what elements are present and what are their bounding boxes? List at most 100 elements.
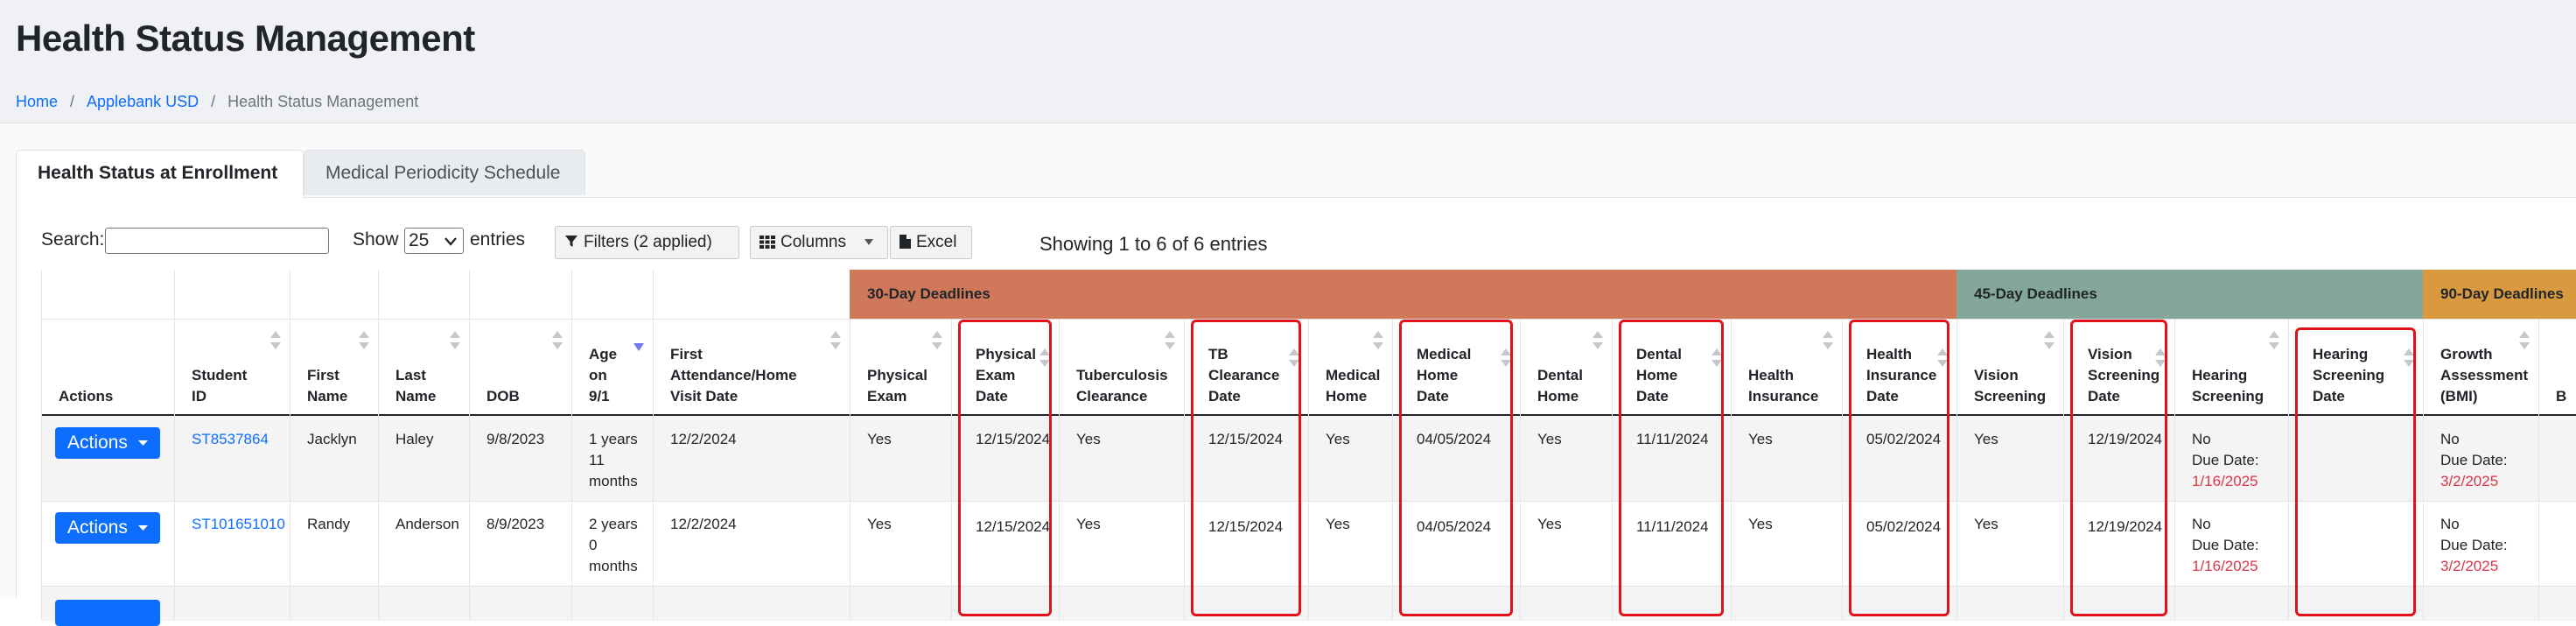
student-id-link[interactable]: ST8537864 <box>192 429 269 450</box>
table-cell-hearing-screening: No Due Date: 1/16/2025 <box>2174 501 2288 586</box>
filters-button[interactable]: Filters (2 applied) <box>555 226 739 259</box>
screening-status: No Due Date: 1/16/2025 <box>2192 514 2259 577</box>
tab-medical-periodicity-schedule[interactable]: Medical Periodicity Schedule <box>304 150 585 195</box>
actions-button[interactable] <box>55 600 160 626</box>
column-header-line: Screening <box>1974 388 2047 404</box>
excel-button-label: Excel <box>916 233 957 251</box>
cell-value: Yes <box>1076 431 1101 447</box>
column-header-line: Health <box>1748 367 1794 383</box>
sort-icon[interactable] <box>450 331 460 351</box>
column-header-label: Student ID <box>192 365 247 407</box>
column-header-line: Last <box>396 367 426 383</box>
table-cell-physical-exam: Yes <box>850 501 951 586</box>
sort-icon[interactable] <box>932 331 942 351</box>
table-cell-dob: 9/8/2023 <box>469 416 571 501</box>
entries-select[interactable]: 25 <box>404 228 464 254</box>
column-header-growth-assessment[interactable]: Growth Assessment (BMI) <box>2423 319 2538 416</box>
sort-icon[interactable] <box>2269 331 2279 351</box>
main-content: Health Status at Enrollment Medical Peri… <box>0 123 2576 626</box>
breadcrumb-separator: / <box>70 93 75 110</box>
actions-button[interactable]: Actions <box>55 427 160 459</box>
column-header-line: Home <box>1326 388 1368 404</box>
cell-value: Randy <box>307 516 351 532</box>
column-header-last-name[interactable]: Last Name <box>378 319 469 416</box>
screening-status-value: No <box>2192 431 2211 447</box>
breadcrumb-district-link[interactable]: Applebank USD <box>87 93 199 110</box>
cell-value: Yes <box>1537 516 1562 532</box>
table-cell-growth-assessment: No Due Date: 3/2/2025 <box>2423 416 2538 501</box>
sort-icon[interactable] <box>830 331 841 351</box>
highlight-box-dental-home-date <box>1619 320 1724 616</box>
sort-icon[interactable] <box>1373 331 1383 351</box>
table-cell-first-attendance: 12/2/2024 <box>653 501 850 586</box>
highlight-box-tb-clearance-date <box>1191 320 1301 616</box>
sort-icon[interactable] <box>270 331 281 351</box>
column-header-vision-screening[interactable]: Vision Screening <box>1956 319 2063 416</box>
highlight-box-vision-screening-date <box>2070 320 2167 616</box>
sort-icon[interactable] <box>1592 331 1603 351</box>
age-line: 2 years <box>589 516 638 532</box>
sort-both-icon <box>932 331 942 349</box>
column-header-label: B <box>2556 386 2566 407</box>
column-header-partial[interactable]: B <box>2538 319 2576 416</box>
deadline-band-label: 90-Day Deadlines <box>2440 285 2564 302</box>
column-header-actions[interactable]: Actions <box>41 319 174 416</box>
table-cell-hearing-screening: No Due Date: 1/16/2025 <box>2174 416 2288 501</box>
column-header-tb-clearance[interactable]: Tuberculosis Clearance <box>1059 319 1184 416</box>
due-date-label: Due Date: <box>2192 452 2259 468</box>
table-cell-dental-home: Yes <box>1520 501 1612 586</box>
column-header-label: First Name <box>307 365 347 407</box>
cell-value: Yes <box>867 516 892 532</box>
sort-both-icon <box>1823 331 1833 349</box>
search-input[interactable] <box>105 228 329 254</box>
column-header-first-name[interactable]: First Name <box>290 319 378 416</box>
column-header-line: First <box>307 367 340 383</box>
cell-value: Yes <box>867 431 892 447</box>
column-header-medical-home[interactable]: Medical Home <box>1308 319 1392 416</box>
column-header-line: (BMI) <box>2440 388 2478 404</box>
sort-icon[interactable] <box>552 331 563 351</box>
caret-down-icon <box>864 239 874 245</box>
sort-icon[interactable] <box>2044 331 2054 351</box>
table-cell-actions[interactable]: Actions <box>41 416 174 501</box>
column-header-dental-home[interactable]: Dental Home <box>1520 319 1612 416</box>
column-header-student-id[interactable]: Student ID <box>174 319 290 416</box>
tab-health-status-at-enrollment[interactable]: Health Status at Enrollment <box>16 150 304 198</box>
column-header-line: DOB <box>486 388 520 404</box>
table-cell-tb-clearance: Yes <box>1059 416 1184 501</box>
breadcrumb-home-link[interactable]: Home <box>16 93 58 110</box>
cell-value: Haley <box>396 431 434 447</box>
column-header-physical-exam[interactable]: Physical Exam <box>850 319 951 416</box>
breadcrumb-separator: / <box>211 93 216 110</box>
student-id-link[interactable]: ST101651010 <box>192 514 285 535</box>
table-cell-vision-screening: Yes <box>1956 501 2063 586</box>
tab-bar: Health Status at Enrollment Medical Peri… <box>16 150 2576 198</box>
column-header-line: Student <box>192 367 248 383</box>
column-header-line: on <box>589 367 607 383</box>
column-header-dob[interactable]: DOB <box>469 319 571 416</box>
sort-icon[interactable] <box>1165 331 1175 351</box>
excel-button[interactable]: Excel <box>890 226 972 259</box>
column-header-line: Dental <box>1537 367 1583 383</box>
table-cell-actions[interactable]: Actions <box>41 501 174 586</box>
sort-icon[interactable] <box>1823 331 1833 351</box>
filter-icon <box>565 236 578 247</box>
table-cell-dob: 8/9/2023 <box>469 501 571 586</box>
column-header-line: Attendance/Home <box>670 367 797 383</box>
columns-button[interactable]: Columns <box>750 226 888 259</box>
column-header-line: Growth <box>2440 346 2493 362</box>
screening-status-value: No <box>2192 516 2211 532</box>
column-header-age[interactable]: Age on 9/1 <box>571 319 653 416</box>
column-header-first-attendance[interactable]: First Attendance/Home Visit Date <box>653 319 850 416</box>
column-header-hearing-screening[interactable]: Hearing Screening <box>2174 319 2288 416</box>
column-header-label: Age on 9/1 <box>589 344 617 407</box>
column-header-line: Visit Date <box>670 388 738 404</box>
health-status-table: 30-Day Deadlines 45-Day Deadlines 90-Day D… <box>41 270 2576 626</box>
column-header-label: Growth Assessment (BMI) <box>2440 344 2528 407</box>
sort-icon[interactable] <box>2519 331 2530 351</box>
column-header-health-insurance[interactable]: Health Insurance <box>1731 319 1842 416</box>
sort-icon[interactable] <box>359 331 369 351</box>
actions-button[interactable]: Actions <box>55 512 160 544</box>
table-cell-first-name: Jacklyn <box>290 416 378 501</box>
breadcrumb-current: Health Status Management <box>228 93 419 110</box>
